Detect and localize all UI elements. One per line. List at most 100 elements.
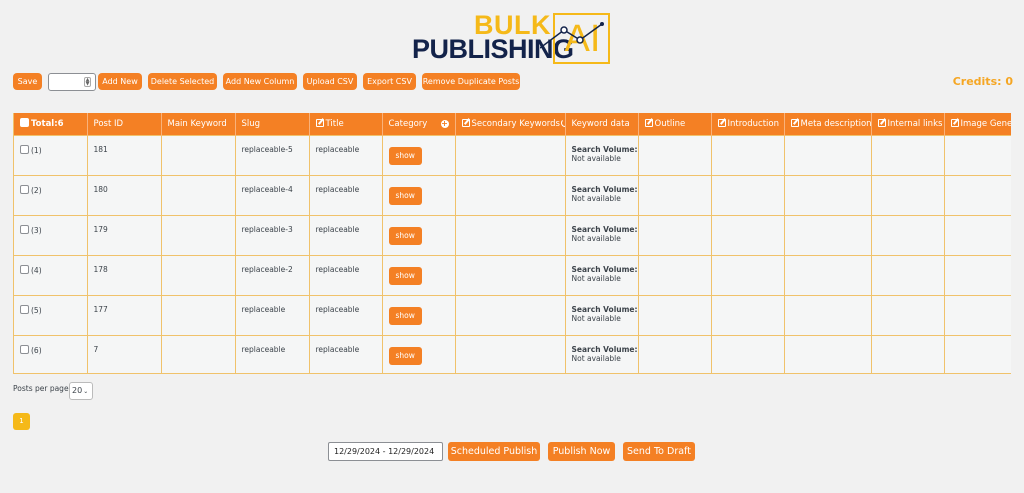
row-checkbox[interactable] xyxy=(20,344,29,354)
show-category-button[interactable]: show xyxy=(388,146,422,165)
export-csv-button[interactable]: Export CSV xyxy=(363,73,416,90)
image-generation-cell[interactable] xyxy=(944,134,1011,175)
main-keyword-cell[interactable] xyxy=(161,334,236,373)
main-keyword-cell[interactable] xyxy=(161,294,236,335)
select-all-checkbox[interactable] xyxy=(20,118,29,128)
scheduled-publish-button[interactable]: Scheduled Publish xyxy=(448,442,540,461)
row-checkbox[interactable] xyxy=(20,304,29,314)
header-internal-links[interactable]: Internal links xyxy=(871,113,945,135)
header-title[interactable]: Title xyxy=(309,113,383,135)
spinner-icon[interactable]: ▲ ▼ xyxy=(84,77,91,87)
introduction-cell[interactable] xyxy=(711,294,785,335)
slug-cell[interactable]: replaceable-3 xyxy=(235,214,310,255)
image-generation-cell[interactable] xyxy=(944,214,1011,255)
row-checkbox[interactable] xyxy=(20,264,29,274)
page-button-1[interactable]: 1 xyxy=(13,413,30,430)
internal-links-cell[interactable] xyxy=(871,294,945,335)
row-select-cell[interactable]: (5) xyxy=(14,294,88,335)
edit-icon[interactable] xyxy=(950,118,959,127)
row-select-cell[interactable]: (1) xyxy=(14,134,88,175)
show-category-button[interactable]: show xyxy=(388,186,422,205)
remove-duplicate-posts-button[interactable]: Remove Duplicate Posts xyxy=(422,73,520,90)
main-keyword-cell[interactable] xyxy=(161,134,236,175)
header-outline[interactable]: Outline xyxy=(638,113,712,135)
image-generation-cell[interactable] xyxy=(944,334,1011,373)
introduction-cell[interactable] xyxy=(711,214,785,255)
row-select-cell[interactable]: (3) xyxy=(14,214,88,255)
outline-cell[interactable] xyxy=(638,334,712,373)
slug-cell[interactable]: replaceable-2 xyxy=(235,254,310,295)
edit-icon[interactable] xyxy=(790,118,799,127)
edit-icon[interactable] xyxy=(315,118,324,127)
internal-links-cell[interactable] xyxy=(871,334,945,373)
row-count-input[interactable]: ▲ ▼ xyxy=(48,73,96,91)
secondary-keywords-cell[interactable] xyxy=(455,254,566,295)
upload-csv-button[interactable]: Upload CSV xyxy=(303,73,357,90)
title-cell[interactable]: replaceable xyxy=(309,174,383,215)
header-image-generation[interactable]: Image Generation xyxy=(944,113,1011,135)
main-keyword-cell[interactable] xyxy=(161,174,236,215)
row-select-cell[interactable]: (4) xyxy=(14,254,88,295)
row-checkbox[interactable] xyxy=(20,184,29,194)
outline-cell[interactable] xyxy=(638,294,712,335)
secondary-keywords-cell[interactable] xyxy=(455,214,566,255)
edit-icon[interactable] xyxy=(461,118,470,127)
edit-icon[interactable] xyxy=(644,118,653,127)
title-cell[interactable]: replaceable xyxy=(309,254,383,295)
secondary-keywords-cell[interactable] xyxy=(455,174,566,215)
image-generation-cell[interactable] xyxy=(944,254,1011,295)
posts-per-page-select[interactable]: 20⌄ xyxy=(69,382,93,400)
slug-cell[interactable]: replaceable xyxy=(235,294,310,335)
outline-cell[interactable] xyxy=(638,174,712,215)
show-category-button[interactable]: show xyxy=(388,346,422,365)
meta-description-cell[interactable] xyxy=(784,214,872,255)
meta-description-cell[interactable] xyxy=(784,174,872,215)
introduction-cell[interactable] xyxy=(711,134,785,175)
date-range-input[interactable]: 12/29/2024 - 12/29/2024 xyxy=(328,442,443,461)
image-generation-cell[interactable] xyxy=(944,174,1011,215)
row-checkbox[interactable] xyxy=(20,144,29,154)
meta-description-cell[interactable] xyxy=(784,134,872,175)
secondary-keywords-cell[interactable] xyxy=(455,334,566,373)
secondary-keywords-cell[interactable] xyxy=(455,294,566,335)
introduction-cell[interactable] xyxy=(711,254,785,295)
internal-links-cell[interactable] xyxy=(871,134,945,175)
header-total[interactable]: Total:6 xyxy=(14,113,88,135)
outline-cell[interactable] xyxy=(638,214,712,255)
image-generation-cell[interactable] xyxy=(944,294,1011,335)
save-button[interactable]: Save xyxy=(13,73,42,90)
introduction-cell[interactable] xyxy=(711,174,785,215)
show-category-button[interactable]: show xyxy=(388,306,422,325)
title-cell[interactable]: replaceable xyxy=(309,334,383,373)
row-select-cell[interactable]: (6) xyxy=(14,334,88,373)
row-checkbox[interactable] xyxy=(20,224,29,234)
main-keyword-cell[interactable] xyxy=(161,254,236,295)
show-category-button[interactable]: show xyxy=(388,226,422,245)
internal-links-cell[interactable] xyxy=(871,214,945,255)
introduction-cell[interactable] xyxy=(711,334,785,373)
show-category-button[interactable]: show xyxy=(388,266,422,285)
slug-cell[interactable]: replaceable-5 xyxy=(235,134,310,175)
meta-description-cell[interactable] xyxy=(784,254,872,295)
main-keyword-cell[interactable] xyxy=(161,214,236,255)
internal-links-cell[interactable] xyxy=(871,174,945,215)
outline-cell[interactable] xyxy=(638,254,712,295)
edit-icon[interactable] xyxy=(877,118,886,127)
publish-now-button[interactable]: Publish Now xyxy=(548,442,615,461)
send-to-draft-button[interactable]: Send To Draft xyxy=(623,442,695,461)
outline-cell[interactable] xyxy=(638,134,712,175)
secondary-keywords-cell[interactable] xyxy=(455,134,566,175)
title-cell[interactable]: replaceable xyxy=(309,134,383,175)
refresh-icon[interactable] xyxy=(560,118,564,127)
title-cell[interactable]: replaceable xyxy=(309,214,383,255)
add-category-icon[interactable]: + xyxy=(440,119,449,128)
add-new-column-button[interactable]: Add New Column xyxy=(223,73,297,90)
row-select-cell[interactable]: (2) xyxy=(14,174,88,215)
header-secondary-keywords[interactable]: Secondary Keywords xyxy=(455,113,566,135)
delete-selected-button[interactable]: Delete Selected xyxy=(148,73,217,90)
slug-cell[interactable]: replaceable-4 xyxy=(235,174,310,215)
title-cell[interactable]: replaceable xyxy=(309,294,383,335)
meta-description-cell[interactable] xyxy=(784,294,872,335)
internal-links-cell[interactable] xyxy=(871,254,945,295)
meta-description-cell[interactable] xyxy=(784,334,872,373)
